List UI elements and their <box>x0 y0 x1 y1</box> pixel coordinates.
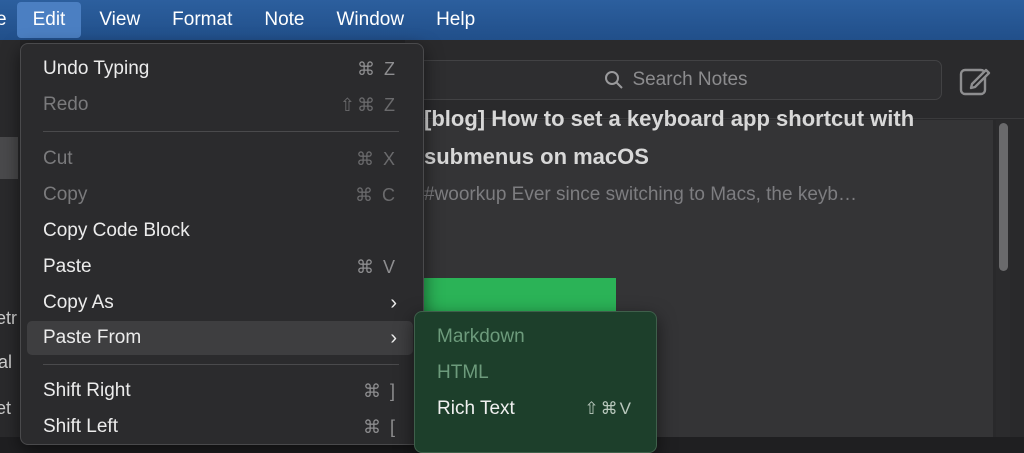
search-icon <box>605 71 624 89</box>
menu-item-copy-code-block[interactable]: Copy Code Block <box>27 214 413 248</box>
menubar-item-format[interactable]: Format <box>156 0 248 40</box>
menu-separator <box>43 364 399 365</box>
menu-item-label: Copy Code Block <box>43 220 190 241</box>
menu-item-label: Copy <box>43 184 88 205</box>
compose-note-icon[interactable] <box>958 64 992 98</box>
shortcut-label: ⌘ ] <box>362 380 397 401</box>
shortcut-label: ⇧⌘V <box>584 399 633 418</box>
menu-separator <box>43 131 399 132</box>
menu-item-label: Markdown <box>437 326 525 347</box>
sidebar-label-fragment[interactable]: al <box>0 352 12 373</box>
submenu-item-html[interactable]: HTML <box>421 356 649 390</box>
menu-item-shift-left[interactable]: Shift Left ⌘ [ <box>27 410 413 444</box>
menu-item-label: Undo Typing <box>43 58 150 79</box>
shortcut-label: ⌘ C <box>355 184 397 205</box>
menu-item-label: Cut <box>43 148 73 169</box>
search-notes-field[interactable]: Search Notes <box>410 60 942 100</box>
menu-item-label: HTML <box>437 362 489 383</box>
menubar-item-window[interactable]: Window <box>321 0 421 40</box>
sidebar-label-fragment[interactable]: et <box>0 398 11 419</box>
edit-menu: Undo Typing ⌘ Z Redo ⇧⌘ Z Cut ⌘ X Copy ⌘… <box>20 43 424 445</box>
shortcut-label: ⌘ [ <box>362 416 397 437</box>
chevron-right-icon: › <box>390 291 397 314</box>
menubar-item-file[interactable]: e <box>0 0 15 40</box>
menu-item-label: Copy As <box>43 292 114 313</box>
search-placeholder: Search Notes <box>632 69 748 90</box>
sidebar-selected-item[interactable] <box>0 137 18 179</box>
menubar-item-note[interactable]: Note <box>248 0 320 40</box>
shortcut-label: ⌘ X <box>355 148 397 169</box>
note-title[interactable]: [blog] How to set a keyboard app shortcu… <box>424 100 969 176</box>
menubar-item-edit[interactable]: Edit <box>16 2 82 38</box>
menu-item-label: Redo <box>43 94 89 115</box>
sidebar <box>0 40 20 437</box>
menu-item-undo-typing[interactable]: Undo Typing ⌘ Z <box>27 52 413 86</box>
menu-item-label: Paste <box>43 256 92 277</box>
menubar-item-help[interactable]: Help <box>420 0 491 40</box>
menu-item-label: Shift Left <box>43 416 118 437</box>
menu-item-shift-right[interactable]: Shift Right ⌘ ] <box>27 374 413 408</box>
menu-item-redo[interactable]: Redo ⇧⌘ Z <box>27 88 413 122</box>
menu-item-label: Shift Right <box>43 380 131 401</box>
menu-item-copy[interactable]: Copy ⌘ C <box>27 178 413 212</box>
menu-item-cut[interactable]: Cut ⌘ X <box>27 142 413 176</box>
note-snippet: #woorkup Ever since switching to Macs, t… <box>424 184 857 205</box>
menu-item-paste[interactable]: Paste ⌘ V <box>27 250 413 284</box>
menu-item-label: Paste From <box>43 327 142 348</box>
menu-item-copy-as[interactable]: Copy As › <box>27 286 413 320</box>
menubar-item-view[interactable]: View <box>83 0 156 40</box>
shortcut-label: ⇧⌘ Z <box>339 94 397 115</box>
menu-item-label: Rich Text <box>437 398 515 419</box>
paste-from-submenu: Markdown HTML Rich Text ⇧⌘V <box>414 311 657 453</box>
sidebar-label-fragment[interactable]: etr <box>0 308 17 329</box>
scrollbar-thumb[interactable] <box>999 123 1008 271</box>
menu-bar: e Edit View Format Note Window Help <box>0 0 1024 40</box>
menu-item-paste-from[interactable]: Paste From › <box>27 321 413 355</box>
shortcut-label: ⌘ Z <box>357 58 397 79</box>
submenu-item-rich-text[interactable]: Rich Text ⇧⌘V <box>421 392 649 426</box>
shortcut-label: ⌘ V <box>355 256 397 277</box>
submenu-item-markdown[interactable]: Markdown <box>421 320 649 354</box>
chevron-right-icon: › <box>390 326 397 349</box>
